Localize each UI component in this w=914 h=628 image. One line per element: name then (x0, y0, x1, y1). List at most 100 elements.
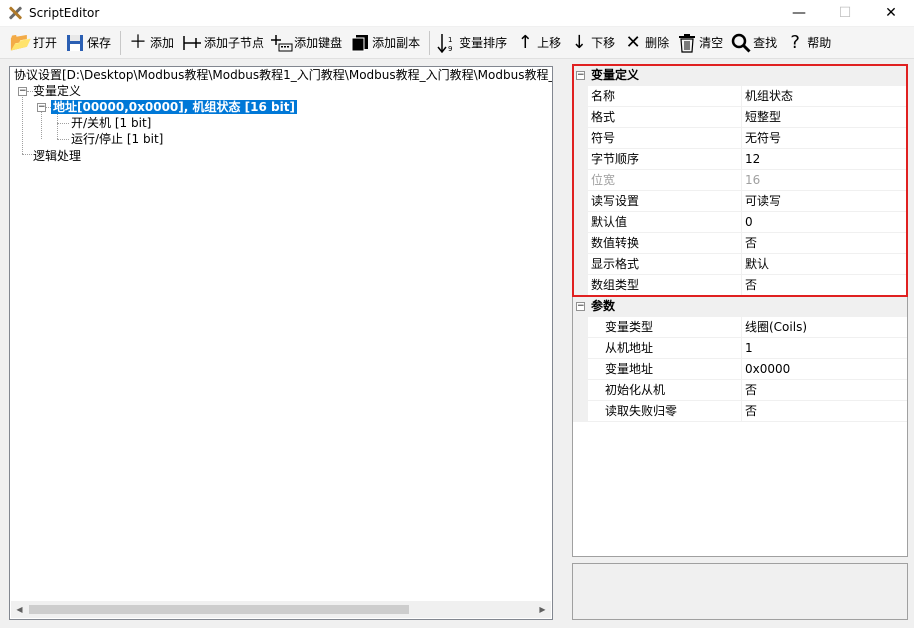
tree-node-label: 逻辑处理 (33, 149, 82, 163)
tree-node-label-selected: 地址[00000,0x0000], 机组状态 [16 bit] (51, 100, 297, 114)
search-icon (730, 32, 752, 54)
tree-node-child-runstop[interactable]: 运行/停止 [1 bit] (71, 131, 163, 147)
title-bar: ScriptEditor — ☐ ✕ (0, 0, 914, 26)
property-grid[interactable]: − 变量定义 名称 机组状态 格式 短整型 符号 无符号 字节顺序 12 位宽 16 读写设置 可读写 默认… (572, 64, 908, 557)
property-value[interactable]: 短整型 (741, 107, 907, 128)
collapse-toggle-icon[interactable]: − (576, 302, 585, 311)
scroll-left-icon[interactable]: ◀ (11, 601, 28, 618)
add-button[interactable]: ＋ 添加 (125, 29, 178, 57)
add-child-button[interactable]: 添加子节点 (179, 29, 268, 57)
property-value[interactable]: 1 (741, 338, 907, 359)
tree-node-label: 开/关机 [1 bit] (71, 116, 152, 130)
arrow-down-icon: ↓ (571, 31, 587, 53)
property-value[interactable]: 否 (741, 380, 907, 401)
horizontal-scrollbar[interactable]: ◀ ▶ (11, 601, 551, 618)
property-category-label: 参数 (591, 299, 616, 313)
app-icon (7, 5, 23, 21)
property-value[interactable]: 否 (741, 233, 907, 254)
delete-x-icon: ✕ (625, 31, 641, 53)
tree-view[interactable]: 协议设置[D:\Desktop\Modbus教程\Modbus教程1_入门教程\… (9, 66, 553, 620)
trash-icon (676, 32, 698, 54)
property-name: 显示格式 (591, 257, 640, 271)
property-name: 读写设置 (591, 194, 640, 208)
property-row[interactable]: 格式 短整型 (573, 107, 907, 128)
tree-node-var-def[interactable]: 变量定义 (33, 83, 81, 99)
property-category[interactable]: − 参数 (573, 296, 907, 317)
help-button[interactable]: ? 帮助 (782, 29, 835, 57)
copy-icon (349, 32, 371, 54)
property-row[interactable]: 读写设置 可读写 (573, 191, 907, 212)
move-down-button[interactable]: ↓ 下移 (566, 29, 619, 57)
property-row[interactable]: 默认值 0 (573, 212, 907, 233)
window-title: ScriptEditor (29, 6, 100, 20)
property-name: 格式 (591, 110, 616, 124)
property-name: 数组类型 (591, 278, 640, 292)
maximize-button[interactable]: ☐ (822, 0, 868, 26)
tree-node-address[interactable]: 地址[00000,0x0000], 机组状态 [16 bit] (51, 99, 297, 115)
property-value[interactable]: 0x0000 (741, 359, 907, 380)
clear-button[interactable]: 清空 (674, 29, 727, 57)
collapse-toggle-icon[interactable]: − (576, 71, 585, 80)
property-value[interactable]: 16 (741, 170, 907, 191)
save-button[interactable]: 保存 (62, 29, 115, 57)
property-name: 默认值 (591, 215, 628, 229)
property-name: 符号 (591, 131, 616, 145)
property-name: 变量类型 (605, 320, 654, 334)
move-up-button[interactable]: ↑ 上移 (512, 29, 565, 57)
tree-node-root[interactable]: 协议设置[D:\Desktop\Modbus教程\Modbus教程1_入门教程\… (14, 67, 552, 83)
collapse-toggle-icon[interactable]: − (37, 103, 46, 112)
sort-vars-button[interactable]: 19 变量排序 (434, 29, 511, 57)
add-copy-button[interactable]: 添加副本 (347, 29, 424, 57)
save-icon (64, 32, 86, 54)
property-row[interactable]: 字节顺序 12 (573, 149, 907, 170)
property-value[interactable]: 否 (741, 275, 907, 296)
property-row[interactable]: 数值转换 否 (573, 233, 907, 254)
property-category[interactable]: − 变量定义 (573, 65, 907, 86)
property-row[interactable]: 名称 机组状态 (573, 86, 907, 107)
property-value[interactable]: 0 (741, 212, 907, 233)
sort-icon: 19 (436, 32, 458, 54)
property-row[interactable]: 从机地址 1 (573, 338, 907, 359)
tree-node-logic[interactable]: 逻辑处理 (33, 148, 81, 164)
property-row[interactable]: 初始化从机 否 (573, 380, 907, 401)
open-button[interactable]: 📂 打开 (8, 29, 61, 57)
toolbar: 📂 打开 保存 ＋ 添加 添加子节点 添加键盘 添加副本 19 变量排序 ↑ 上… (0, 27, 914, 59)
plus-icon: ＋ (129, 31, 148, 53)
property-name: 位宽 (591, 173, 616, 187)
property-value[interactable]: 线圈(Coils) (741, 317, 907, 338)
property-value[interactable]: 无符号 (741, 128, 907, 149)
toolbar-separator (120, 30, 122, 55)
property-name: 读取失败归零 (605, 404, 678, 418)
add-key-button[interactable]: 添加键盘 (269, 29, 346, 57)
property-value[interactable]: 12 (741, 149, 907, 170)
scrollbar-thumb[interactable] (29, 605, 409, 614)
find-button[interactable]: 查找 (728, 29, 781, 57)
property-row[interactable]: 位宽 16 (573, 170, 907, 191)
svg-text:1: 1 (448, 36, 452, 44)
property-value[interactable]: 可读写 (741, 191, 907, 212)
property-row[interactable]: 变量类型 线圈(Coils) (573, 317, 907, 338)
property-category-label: 变量定义 (591, 68, 640, 82)
tree-line (57, 111, 58, 139)
tree-node-child-onoff[interactable]: 开/关机 [1 bit] (71, 115, 151, 131)
tree-line (57, 123, 69, 124)
property-name: 名称 (591, 89, 616, 103)
tree-node-label: 变量定义 (33, 84, 82, 98)
delete-button[interactable]: ✕ 删除 (620, 29, 673, 57)
property-row[interactable]: 显示格式 默认 (573, 254, 907, 275)
property-row[interactable]: 符号 无符号 (573, 128, 907, 149)
collapse-toggle-icon[interactable]: − (18, 87, 27, 96)
property-name: 从机地址 (605, 341, 654, 355)
scroll-right-icon[interactable]: ▶ (534, 601, 551, 618)
property-name: 数值转换 (591, 236, 640, 250)
property-value[interactable]: 机组状态 (741, 86, 907, 107)
property-row[interactable]: 数组类型 否 (573, 275, 907, 296)
property-value[interactable]: 默认 (741, 254, 907, 275)
property-row[interactable]: 变量地址 0x0000 (573, 359, 907, 380)
property-value[interactable]: 否 (741, 401, 907, 422)
close-button[interactable]: ✕ (868, 0, 914, 26)
help-icon: ? (790, 31, 800, 53)
minimize-button[interactable]: — (776, 0, 822, 26)
property-row[interactable]: 读取失败归零 否 (573, 401, 907, 422)
tree-line (41, 111, 42, 139)
